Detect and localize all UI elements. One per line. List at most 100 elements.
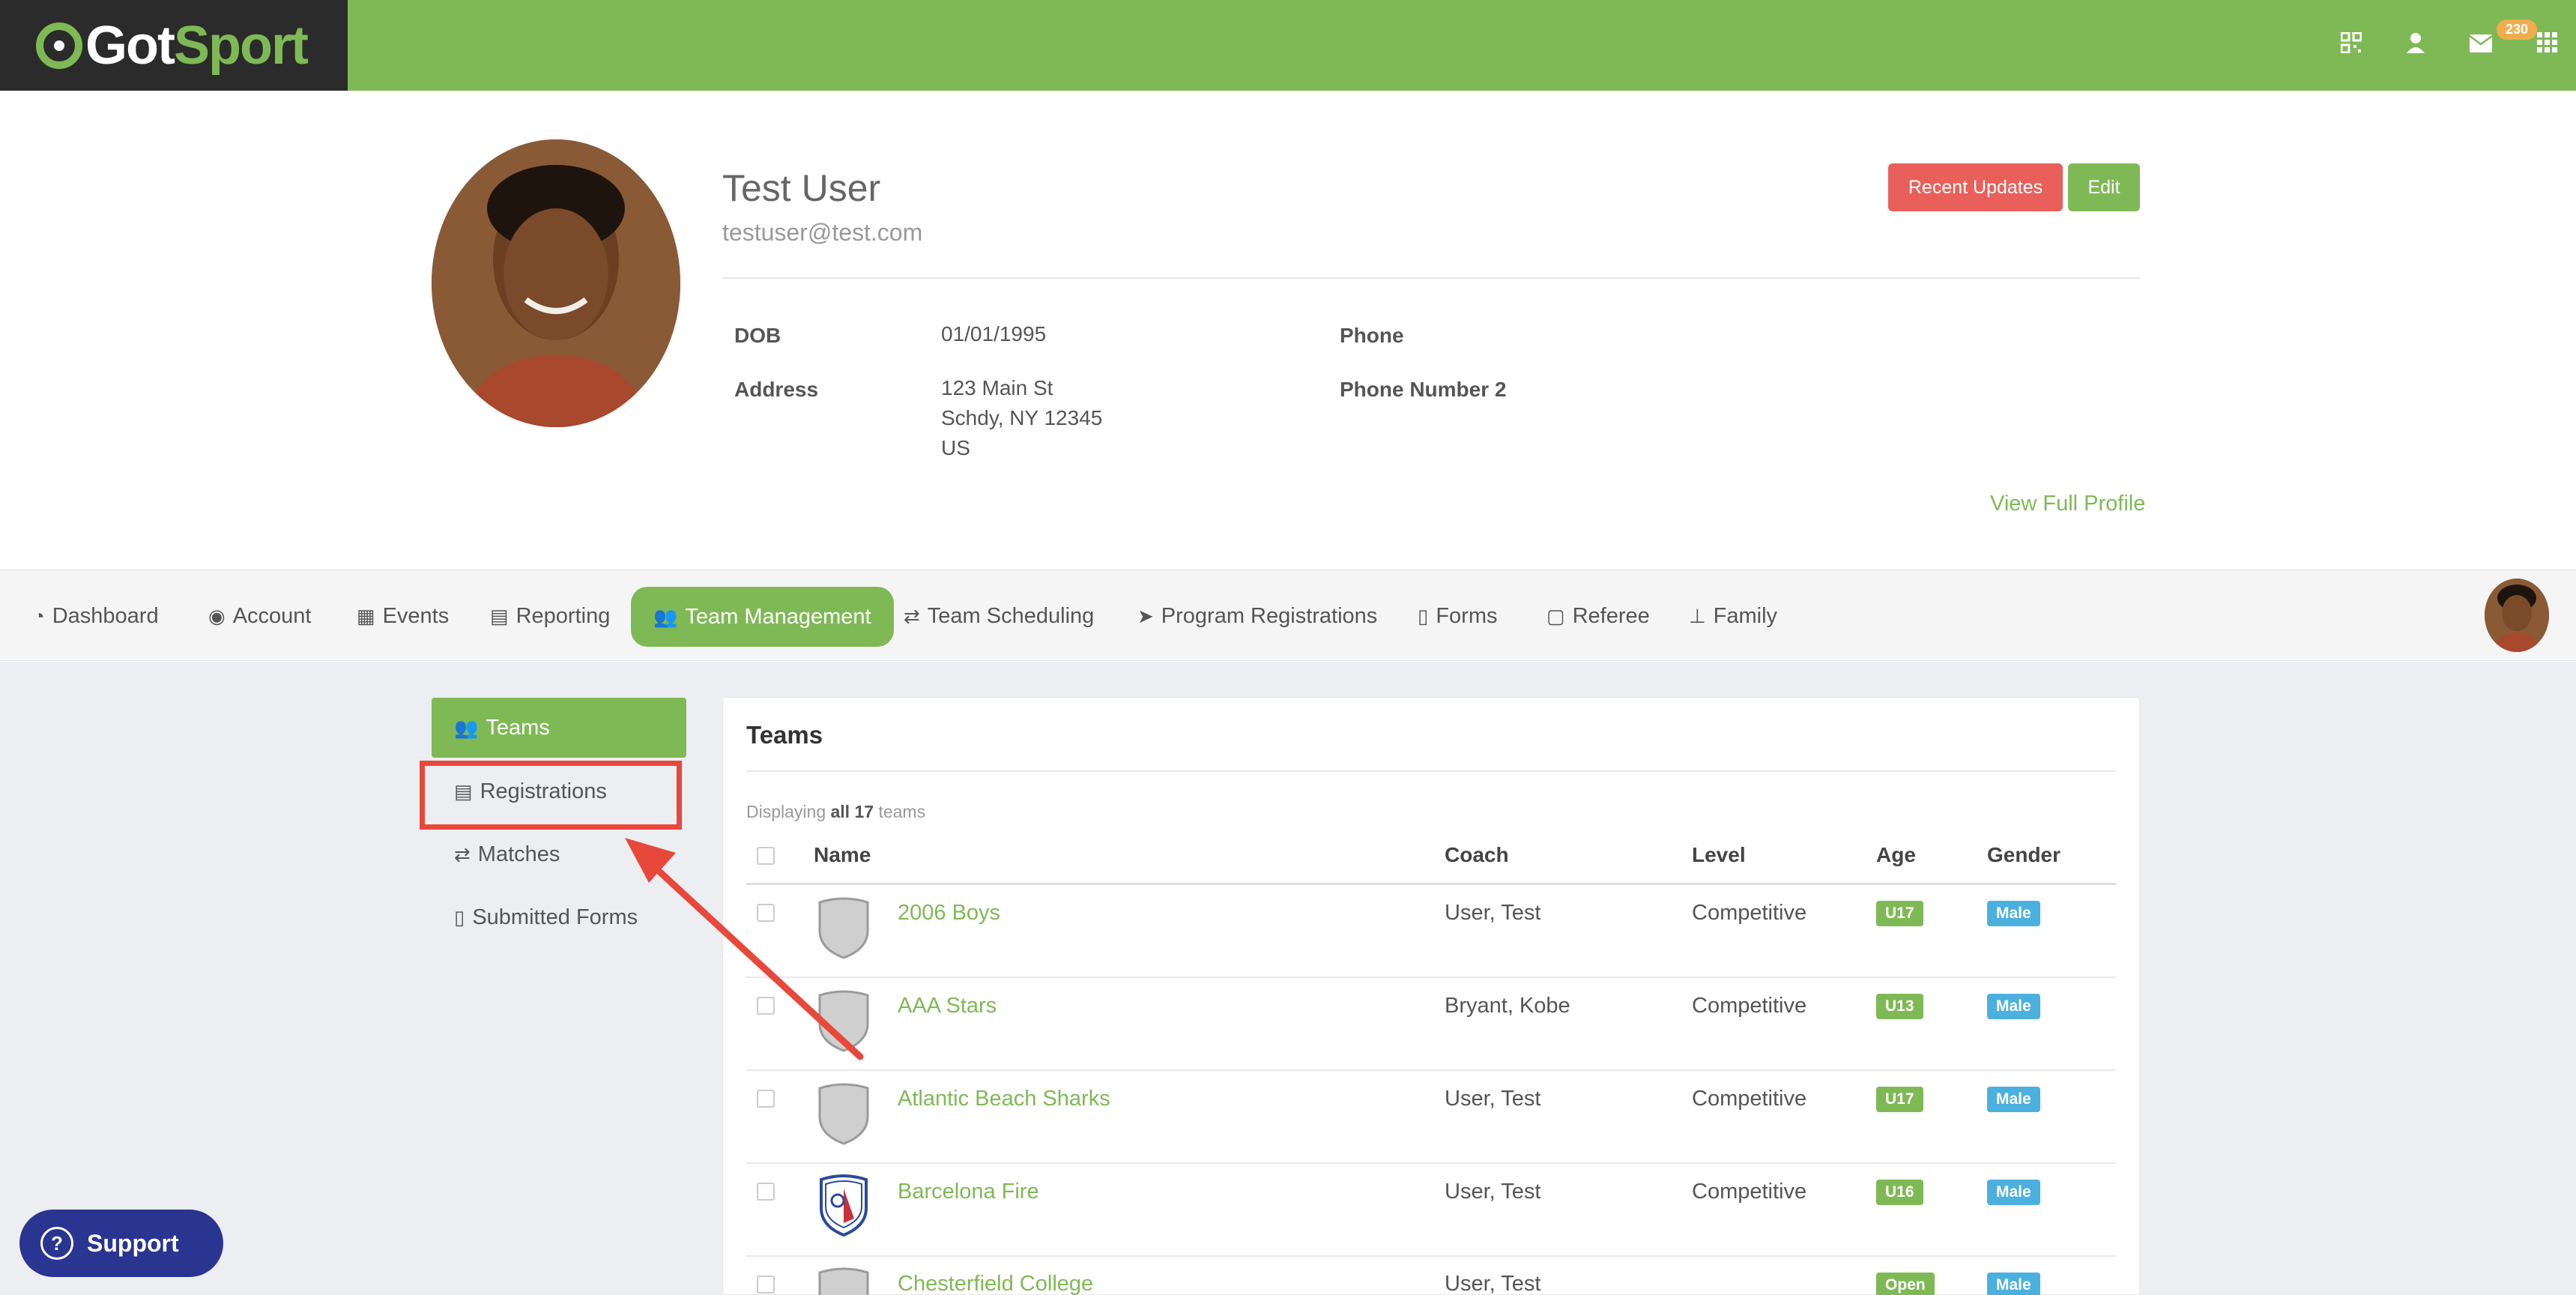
exchange-icon: ⇄ [904,604,920,627]
document-icon: ▤ [490,604,509,627]
team-level: Competitive [1692,994,1807,1018]
nav-team-scheduling[interactable]: ⇄ Team Scheduling [904,570,1094,662]
top-bar: GotSport 230 [0,0,2576,91]
phone-label: Phone [1340,324,1404,347]
nav-forms[interactable]: ▯ Forms [1418,570,1497,662]
nav-program-registrations[interactable]: ➤ Program Registrations [1137,570,1377,662]
team-name-link[interactable]: Chesterfield College [898,1272,1093,1295]
nav-team-management[interactable]: 👥 Team Management [631,587,894,647]
top-icons: 230 [2296,0,2576,91]
team-level: Competitive [1692,1087,1807,1111]
user-icon[interactable] [2407,32,2425,59]
users-icon: 👥 [653,605,678,628]
paper-plane-icon: ➤ [1137,604,1154,627]
age-badge: U17 [1876,901,1923,926]
mail-count-badge: 230 [2497,19,2538,40]
age-badge: Open [1876,1273,1935,1295]
help-icon: ? [40,1227,73,1260]
main-nav: ◔ Dashboard ◉ Account ▦ Events ▤ Reporting 👥… [0,570,2576,661]
exchange-icon: ⇄ [454,842,471,866]
age-badge: U13 [1876,994,1923,1019]
address-line-2: Schdy, NY 12345 [941,406,1103,429]
registrations-highlight-box [420,761,682,830]
user-circle-icon: ◉ [208,604,226,627]
dashboard-icon: ◔ [33,604,45,627]
row-divider [746,1069,2116,1071]
calendar-icon: ▦ [357,604,375,627]
team-name-link[interactable]: AAA Stars [898,994,997,1018]
gender-badge: Male [1987,1180,2040,1205]
file-icon: ▯ [454,905,465,929]
team-name-link[interactable]: 2006 Boys [898,901,1000,926]
qr-code-icon[interactable] [2340,31,2362,59]
user-avatar-small[interactable] [2485,579,2549,652]
column-header-gender[interactable]: Gender [1987,843,2061,867]
team-coach: User, Test [1445,901,1541,925]
teams-title-divider [746,770,2116,772]
nav-account[interactable]: ◉ Account [208,570,311,662]
edit-button[interactable]: Edit [2068,163,2140,211]
gotsport-logo[interactable]: GotSport [0,0,348,91]
calendar-blank-icon: ▢ [1546,604,1565,627]
nav-events[interactable]: ▦ Events [357,570,449,662]
logo-text: GotSport [85,15,309,76]
row-checkbox[interactable] [757,997,775,1015]
shield-icon [818,1267,869,1295]
row-checkbox[interactable] [757,1276,775,1294]
support-label: Support [87,1229,179,1257]
nav-dashboard[interactable]: ◔ Dashboard [33,570,159,662]
dob-label: DOB [734,324,781,347]
address-value: 123 Main St Schdy, NY 12345 US [941,373,1102,463]
file-icon: ▯ [1418,604,1429,627]
team-coach: User, Test [1445,1272,1541,1295]
row-divider [746,976,2116,978]
support-button[interactable]: ? Support [19,1210,223,1277]
select-all-checkbox[interactable] [757,847,775,865]
row-divider [746,1255,2116,1257]
profile-divider [722,277,2140,279]
recent-updates-button[interactable]: Recent Updates [1888,163,2063,211]
team-level: Competitive [1692,901,1807,925]
shield-icon [818,990,869,1052]
column-header-age[interactable]: Age [1876,843,1916,867]
gender-badge: Male [1987,1273,2040,1295]
row-checkbox[interactable] [757,1090,775,1108]
column-header-coach[interactable]: Coach [1445,843,1509,867]
row-divider [746,1162,2116,1164]
club-crest-icon [820,1174,868,1237]
logo-mark-icon [36,22,82,69]
row-checkbox[interactable] [757,1183,775,1201]
sidebar-item-matches[interactable]: ⇄ Matches [432,824,686,884]
team-coach: User, Test [1445,1087,1541,1111]
team-name-link[interactable]: Barcelona Fire [898,1180,1039,1204]
apps-grid-icon[interactable] [2537,31,2558,59]
profile-name: Test User [722,167,881,209]
nav-referee[interactable]: ▢ Referee [1546,570,1650,662]
age-badge: U17 [1876,1087,1923,1112]
gender-badge: Male [1987,901,2040,926]
phone2-label: Phone Number 2 [1340,378,1507,401]
column-header-name[interactable]: Name [814,843,871,867]
teams-title: Teams [746,721,823,749]
age-badge: U16 [1876,1180,1923,1205]
nav-family[interactable]: ⊥ Family [1689,570,1777,662]
address-line-3: US [941,436,970,459]
view-full-profile-link[interactable]: View Full Profile [1990,492,2145,516]
address-label: Address [734,378,819,401]
row-checkbox[interactable] [757,904,775,922]
team-name-link[interactable]: Atlantic Beach Sharks [898,1087,1110,1111]
team-level: Competitive [1692,1180,1807,1204]
gender-badge: Male [1987,994,2040,1019]
nav-reporting[interactable]: ▤ Reporting [490,570,610,662]
address-line-1: 123 Main St [941,376,1053,399]
profile-email: testuser@test.com [722,219,923,246]
gender-badge: Male [1987,1087,2040,1112]
column-header-level[interactable]: Level [1692,843,1746,867]
sidebar-item-teams[interactable]: 👥 Teams [432,698,686,758]
profile-avatar [432,139,680,427]
team-coach: User, Test [1445,1180,1541,1204]
sidebar-item-submitted-forms[interactable]: ▯ Submitted Forms [432,887,686,947]
mail-icon[interactable]: 230 [2469,19,2538,58]
displaying-count: Displaying all 17 teams [746,802,926,821]
team-coach: Bryant, Kobe [1445,994,1570,1018]
